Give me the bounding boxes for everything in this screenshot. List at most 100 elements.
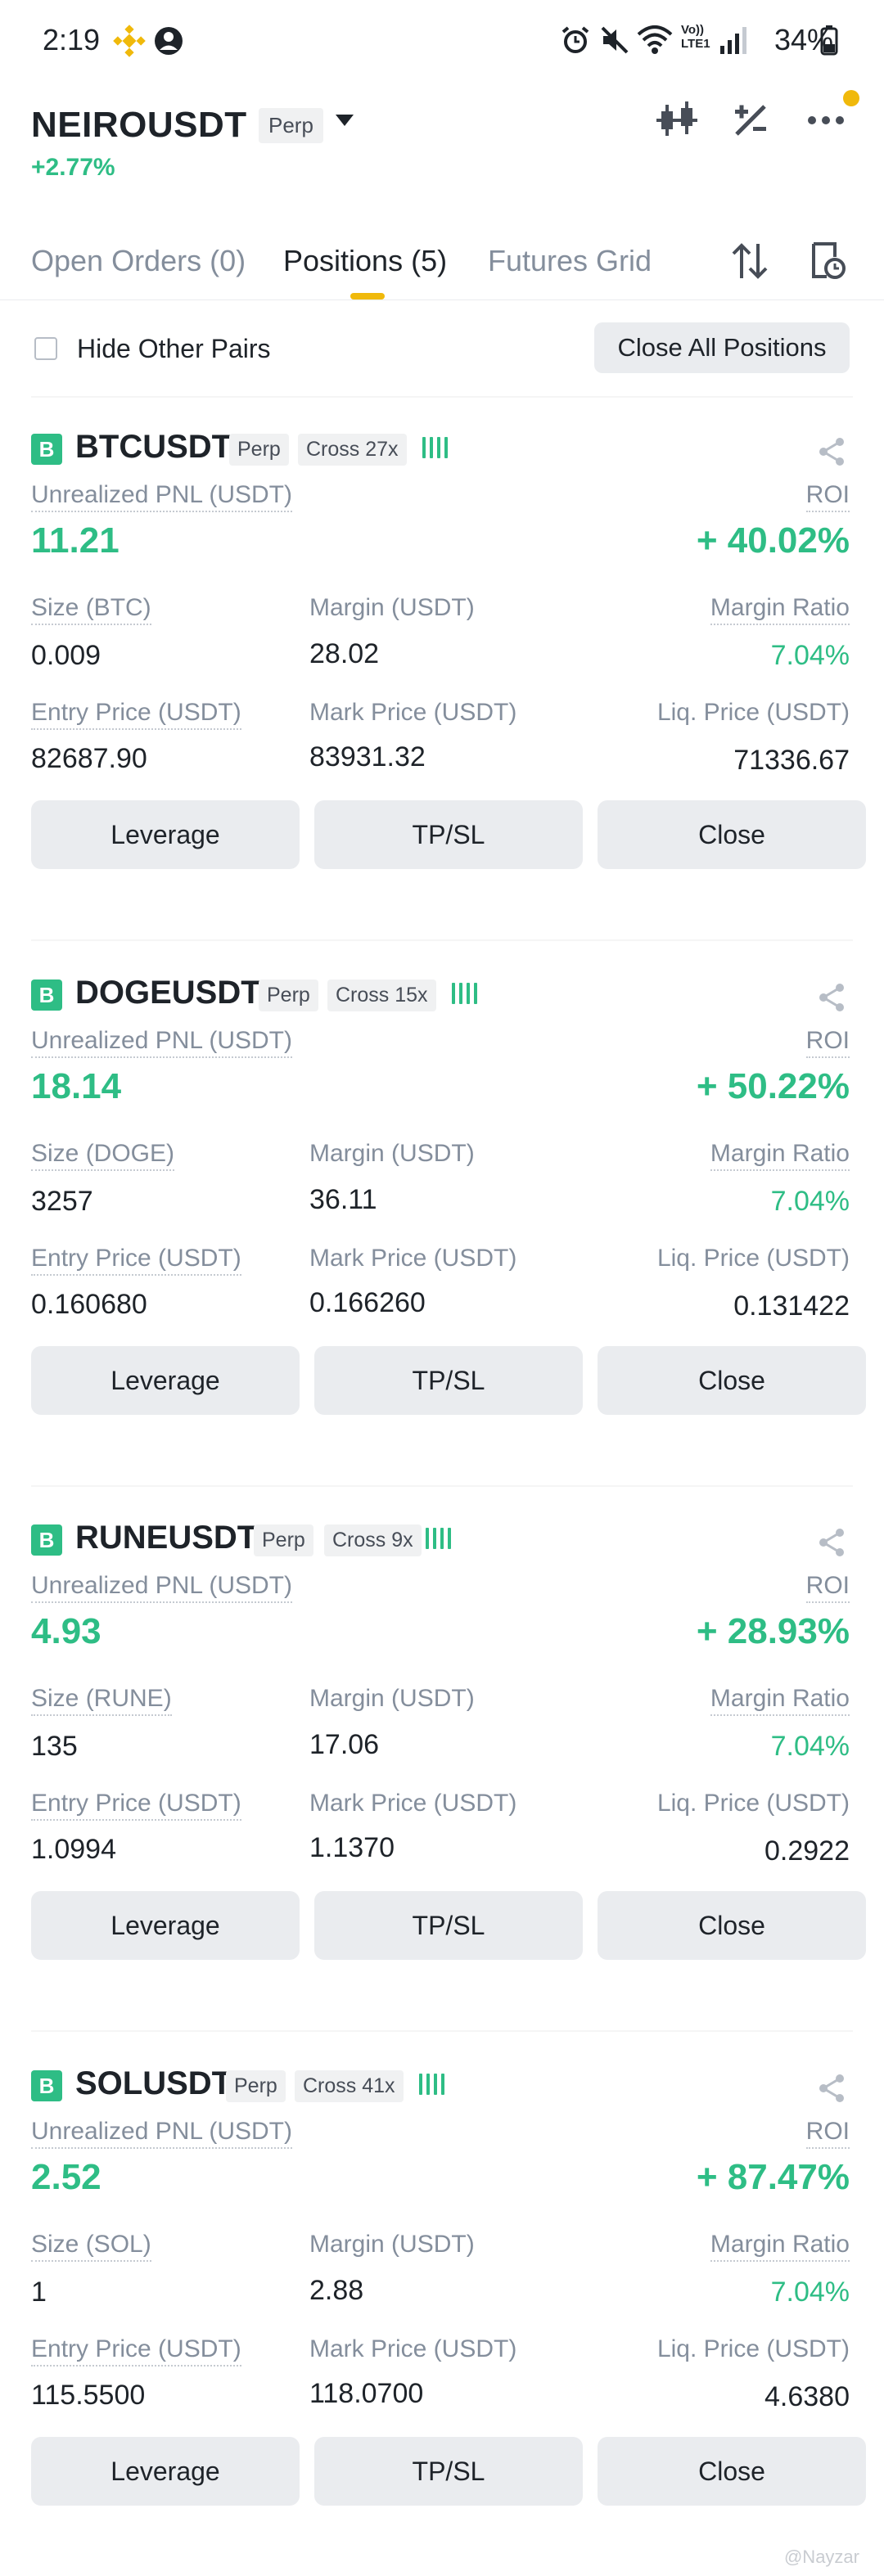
margin-mode-badge[interactable]: Cross 9x — [324, 1524, 422, 1556]
risk-level-icon — [419, 2074, 444, 2095]
entry-price-label[interactable]: Entry Price (USDT) — [31, 1245, 241, 1276]
position-symbol[interactable]: RUNEUSDT — [75, 1520, 257, 1556]
market-symbol[interactable]: NEIROUSDT — [31, 105, 247, 146]
tpsl-button[interactable]: TP/SL — [314, 2437, 583, 2506]
size-value: 1 — [31, 2277, 47, 2308]
margin-ratio-label[interactable]: Margin Ratio — [710, 2231, 850, 2262]
position-symbol[interactable]: DOGEUSDT — [75, 975, 261, 1011]
entry-price-label[interactable]: Entry Price (USDT) — [31, 699, 241, 730]
share-icon[interactable] — [815, 1526, 848, 1563]
position-card: B DOGEUSDT Perp Cross 15x Unrealized PNL… — [0, 947, 884, 1487]
size-label[interactable]: Size (SOL) — [31, 2231, 151, 2262]
margin-mode-badge[interactable]: Cross 15x — [327, 980, 436, 1011]
unrealized-pnl-value: 2.52 — [31, 2157, 101, 2197]
margin-ratio-label[interactable]: Margin Ratio — [710, 1685, 850, 1716]
liq-price-value: 4.6380 — [764, 2381, 850, 2412]
close-position-button[interactable]: Close — [598, 1346, 866, 1415]
percent-icon[interactable] — [730, 100, 771, 145]
roi-label[interactable]: ROI — [805, 481, 850, 512]
roi-value: + 50.22% — [696, 1066, 850, 1106]
unrealized-pnl-value: 18.14 — [31, 1066, 122, 1106]
positions-tabs: Open Orders (0) Positions (5) Futures Gr… — [0, 229, 884, 300]
risk-level-icon — [426, 1528, 451, 1549]
mark-price-value: 118.0700 — [309, 2378, 424, 2409]
binance-icon — [113, 25, 146, 61]
position-symbol[interactable]: BTCUSDT — [75, 429, 232, 466]
tab-open-orders[interactable]: Open Orders (0) — [31, 244, 246, 278]
alarm-icon — [560, 25, 591, 60]
size-label[interactable]: Size (RUNE) — [31, 1685, 172, 1716]
divider — [31, 2030, 853, 2032]
side-badge: B — [31, 2070, 62, 2101]
close-position-button[interactable]: Close — [598, 800, 866, 869]
mark-price-label: Mark Price (USDT) — [309, 1245, 517, 1272]
roi-label[interactable]: ROI — [805, 1027, 850, 1058]
margin-label: Margin (USDT) — [309, 594, 475, 621]
divider — [31, 1485, 853, 1487]
unrealized-pnl-label[interactable]: Unrealized PNL (USDT) — [31, 481, 292, 512]
liq-price-label: Liq. Price (USDT) — [656, 2335, 850, 2362]
margin-value: 36.11 — [309, 1184, 377, 1215]
roi-label[interactable]: ROI — [805, 2118, 850, 2149]
market-header: NEIROUSDT Perp +2.77% — [0, 82, 884, 205]
entry-price-label[interactable]: Entry Price (USDT) — [31, 2335, 241, 2367]
tpsl-button[interactable]: TP/SL — [314, 1891, 583, 1960]
leverage-button[interactable]: Leverage — [31, 1346, 300, 1415]
hide-other-pairs-checkbox[interactable] — [34, 337, 57, 360]
share-icon[interactable] — [815, 2072, 848, 2109]
liq-price-value: 0.131422 — [733, 1290, 850, 1322]
risk-level-icon — [452, 983, 477, 1004]
tpsl-button[interactable]: TP/SL — [314, 800, 583, 869]
chevron-down-icon[interactable] — [336, 115, 354, 126]
share-icon[interactable] — [815, 435, 848, 472]
unrealized-pnl-label[interactable]: Unrealized PNL (USDT) — [31, 1572, 292, 1603]
candlestick-icon[interactable] — [655, 100, 699, 145]
close-position-button[interactable]: Close — [598, 2437, 866, 2506]
unrealized-pnl-value: 11.21 — [31, 520, 120, 561]
entry-price-value: 0.160680 — [31, 1289, 147, 1320]
margin-value: 2.88 — [309, 2275, 364, 2306]
user-circle-icon — [152, 25, 185, 61]
battery-icon — [820, 25, 838, 60]
hide-other-pairs-label[interactable]: Hide Other Pairs — [77, 334, 271, 364]
margin-ratio-label[interactable]: Margin Ratio — [710, 1140, 850, 1171]
active-tab-indicator — [350, 293, 385, 299]
mark-price-value: 0.166260 — [309, 1287, 426, 1318]
close-position-button[interactable]: Close — [598, 1891, 866, 1960]
close-all-positions-button[interactable]: Close All Positions — [594, 322, 850, 373]
history-icon[interactable] — [810, 241, 846, 286]
margin-mode-badge[interactable]: Cross 27x — [298, 434, 407, 466]
leverage-button[interactable]: Leverage — [31, 1891, 300, 1960]
more-icon[interactable] — [805, 100, 846, 145]
mark-price-label: Mark Price (USDT) — [309, 1790, 517, 1817]
tpsl-button[interactable]: TP/SL — [314, 1346, 583, 1415]
margin-label: Margin (USDT) — [309, 1140, 475, 1167]
share-icon[interactable] — [815, 981, 848, 1018]
tab-positions[interactable]: Positions (5) — [283, 244, 447, 278]
margin-ratio-value: 7.04% — [770, 640, 850, 671]
sort-icon[interactable] — [732, 241, 768, 286]
margin-value: 17.06 — [309, 1729, 380, 1760]
entry-price-label[interactable]: Entry Price (USDT) — [31, 1790, 241, 1821]
margin-ratio-label[interactable]: Margin Ratio — [710, 594, 850, 625]
liq-price-label: Liq. Price (USDT) — [656, 1790, 850, 1817]
divider — [31, 939, 853, 941]
mark-price-label: Mark Price (USDT) — [309, 699, 517, 726]
size-label[interactable]: Size (DOGE) — [31, 1140, 175, 1171]
position-symbol[interactable]: SOLUSDT — [75, 2065, 232, 2102]
leverage-button[interactable]: Leverage — [31, 2437, 300, 2506]
leverage-button[interactable]: Leverage — [31, 800, 300, 869]
tab-futures-grid[interactable]: Futures Grid — [488, 244, 652, 278]
position-card: B SOLUSDT Perp Cross 41x Unrealized PNL … — [0, 2038, 884, 2561]
size-label[interactable]: Size (BTC) — [31, 594, 151, 625]
side-badge: B — [31, 1524, 62, 1556]
margin-mode-badge[interactable]: Cross 41x — [295, 2070, 404, 2102]
mark-price-label: Mark Price (USDT) — [309, 2335, 517, 2362]
watermark: @Nayzar — [783, 2547, 859, 2567]
contract-type-badge: Perp — [259, 980, 318, 1011]
liq-price-label: Liq. Price (USDT) — [656, 699, 850, 726]
unrealized-pnl-label[interactable]: Unrealized PNL (USDT) — [31, 2118, 292, 2149]
unrealized-pnl-label[interactable]: Unrealized PNL (USDT) — [31, 1027, 292, 1058]
roi-label[interactable]: ROI — [805, 1572, 850, 1603]
filter-row: Hide Other Pairs Close All Positions — [0, 321, 884, 394]
